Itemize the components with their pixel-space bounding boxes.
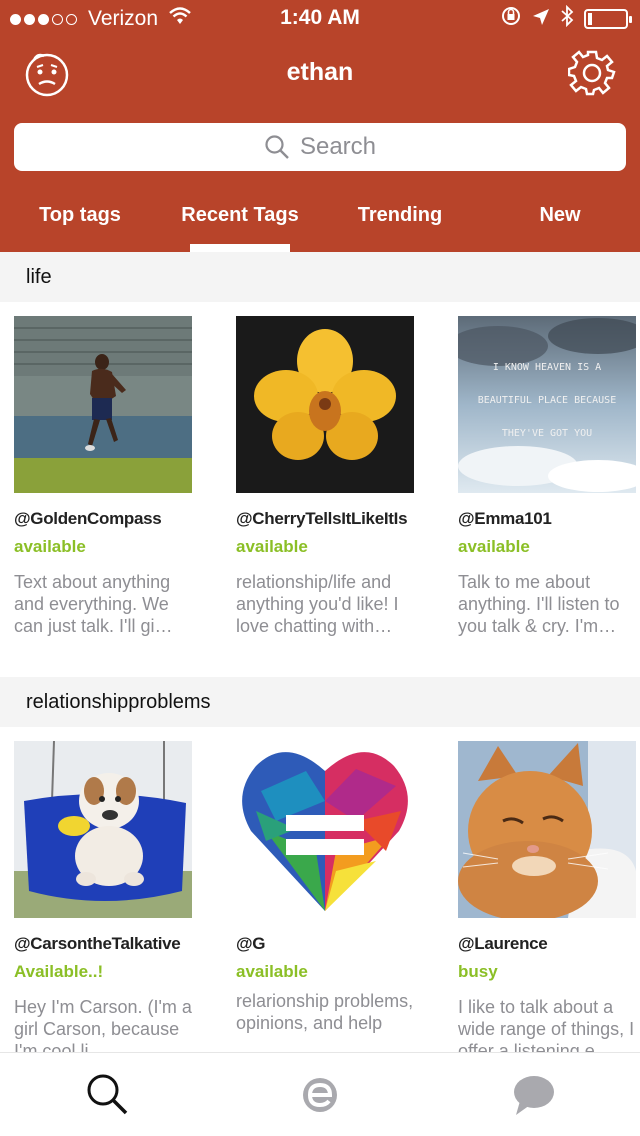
card-description: Hey I'm Carson. (I'm a girl Carson, beca… xyxy=(14,997,192,1052)
settings-button[interactable] xyxy=(567,48,616,96)
user-photo xyxy=(236,741,414,918)
gear-icon xyxy=(567,50,616,96)
section-title: life xyxy=(0,252,640,302)
card-username: @CherryTellsItLikeItIs xyxy=(236,509,408,528)
user-photo xyxy=(458,741,636,918)
status-bar: Verizon 1:40 AM xyxy=(0,0,640,36)
user-photo xyxy=(14,316,192,493)
status-right xyxy=(500,4,632,33)
user-photo xyxy=(236,316,414,493)
user-card[interactable]: I KNOW HEAVEN IS A BEAUTIFUL PLACE BECAU… xyxy=(458,316,636,677)
orientation-lock-icon xyxy=(500,5,522,33)
user-card[interactable]: @GoldenCompass available Text about anyt… xyxy=(14,316,192,677)
e-logo-icon xyxy=(303,1078,337,1112)
battery-icon xyxy=(584,9,632,29)
tab-new[interactable]: New xyxy=(480,190,640,252)
search-placeholder: Search xyxy=(299,133,377,160)
card-description: relationship/life and anything you'd lik… xyxy=(236,572,399,636)
bluetooth-icon xyxy=(560,4,574,33)
section-title: relationshipproblems xyxy=(0,677,640,727)
image-caption-line: I KNOW HEAVEN IS A xyxy=(493,362,601,373)
card-status: available xyxy=(236,962,308,981)
tabbar-search-button[interactable] xyxy=(84,1071,132,1119)
user-card[interactable]: @Laurence busy I like to talk about a wi… xyxy=(458,741,636,1052)
tag-feed[interactable]: life @GoldenCompass available Text about… xyxy=(0,252,640,1052)
image-caption-line: BEAUTIFUL PLACE BECAUSE xyxy=(478,395,616,406)
tab-top-tags[interactable]: Top tags xyxy=(0,190,160,252)
card-description: Text about anything and everything. We c… xyxy=(14,572,173,636)
card-description: I like to talk about a wide range of thi… xyxy=(458,997,635,1052)
tabbar-chat-button[interactable] xyxy=(510,1071,558,1119)
card-description: relarionship problems, opinions, and hel… xyxy=(236,991,414,1033)
tabbar-home-button[interactable] xyxy=(296,1071,344,1119)
card-username: @CarsontheTalkative xyxy=(14,934,181,953)
user-card[interactable]: @CarsontheTalkative Available..! Hey I'm… xyxy=(14,741,192,1052)
app-header: Verizon 1:40 AM ethan Search Top tags Re… xyxy=(0,0,640,252)
card-username: @GoldenCompass xyxy=(14,509,162,528)
search-icon xyxy=(87,1074,128,1115)
card-status: available xyxy=(458,537,530,556)
card-description: Talk to me about anything. I'll listen t… xyxy=(458,572,620,636)
card-row: @CarsontheTalkative Available..! Hey I'm… xyxy=(0,727,640,1052)
user-photo: I KNOW HEAVEN IS A BEAUTIFUL PLACE BECAU… xyxy=(458,316,636,493)
card-username: @Emma101 xyxy=(458,509,552,528)
card-row: @GoldenCompass available Text about anyt… xyxy=(0,302,640,677)
search-icon xyxy=(265,135,289,159)
bottom-tab-bar xyxy=(0,1052,640,1136)
user-card[interactable]: @G available relarionship problems, opin… xyxy=(236,741,414,1052)
user-card[interactable]: @CherryTellsItLikeItIs available relatio… xyxy=(236,316,414,677)
card-username: @G xyxy=(236,934,266,953)
card-username: @Laurence xyxy=(458,934,548,953)
card-status: Available..! xyxy=(14,962,104,981)
card-status: available xyxy=(236,537,308,556)
nav-row: ethan xyxy=(0,44,640,104)
tag-tabs: Top tags Recent Tags Trending New xyxy=(0,190,640,252)
chat-bubble-icon xyxy=(514,1076,554,1115)
tab-trending[interactable]: Trending xyxy=(320,190,480,252)
card-status: busy xyxy=(458,962,498,981)
page-title: ethan xyxy=(286,58,354,86)
location-arrow-icon xyxy=(532,6,550,32)
search-input[interactable]: Search xyxy=(14,123,626,171)
tab-recent-tags[interactable]: Recent Tags xyxy=(160,190,320,252)
image-caption-line: THEY'VE GOT YOU xyxy=(502,428,592,439)
card-status: available xyxy=(14,537,86,556)
user-photo xyxy=(14,741,192,918)
